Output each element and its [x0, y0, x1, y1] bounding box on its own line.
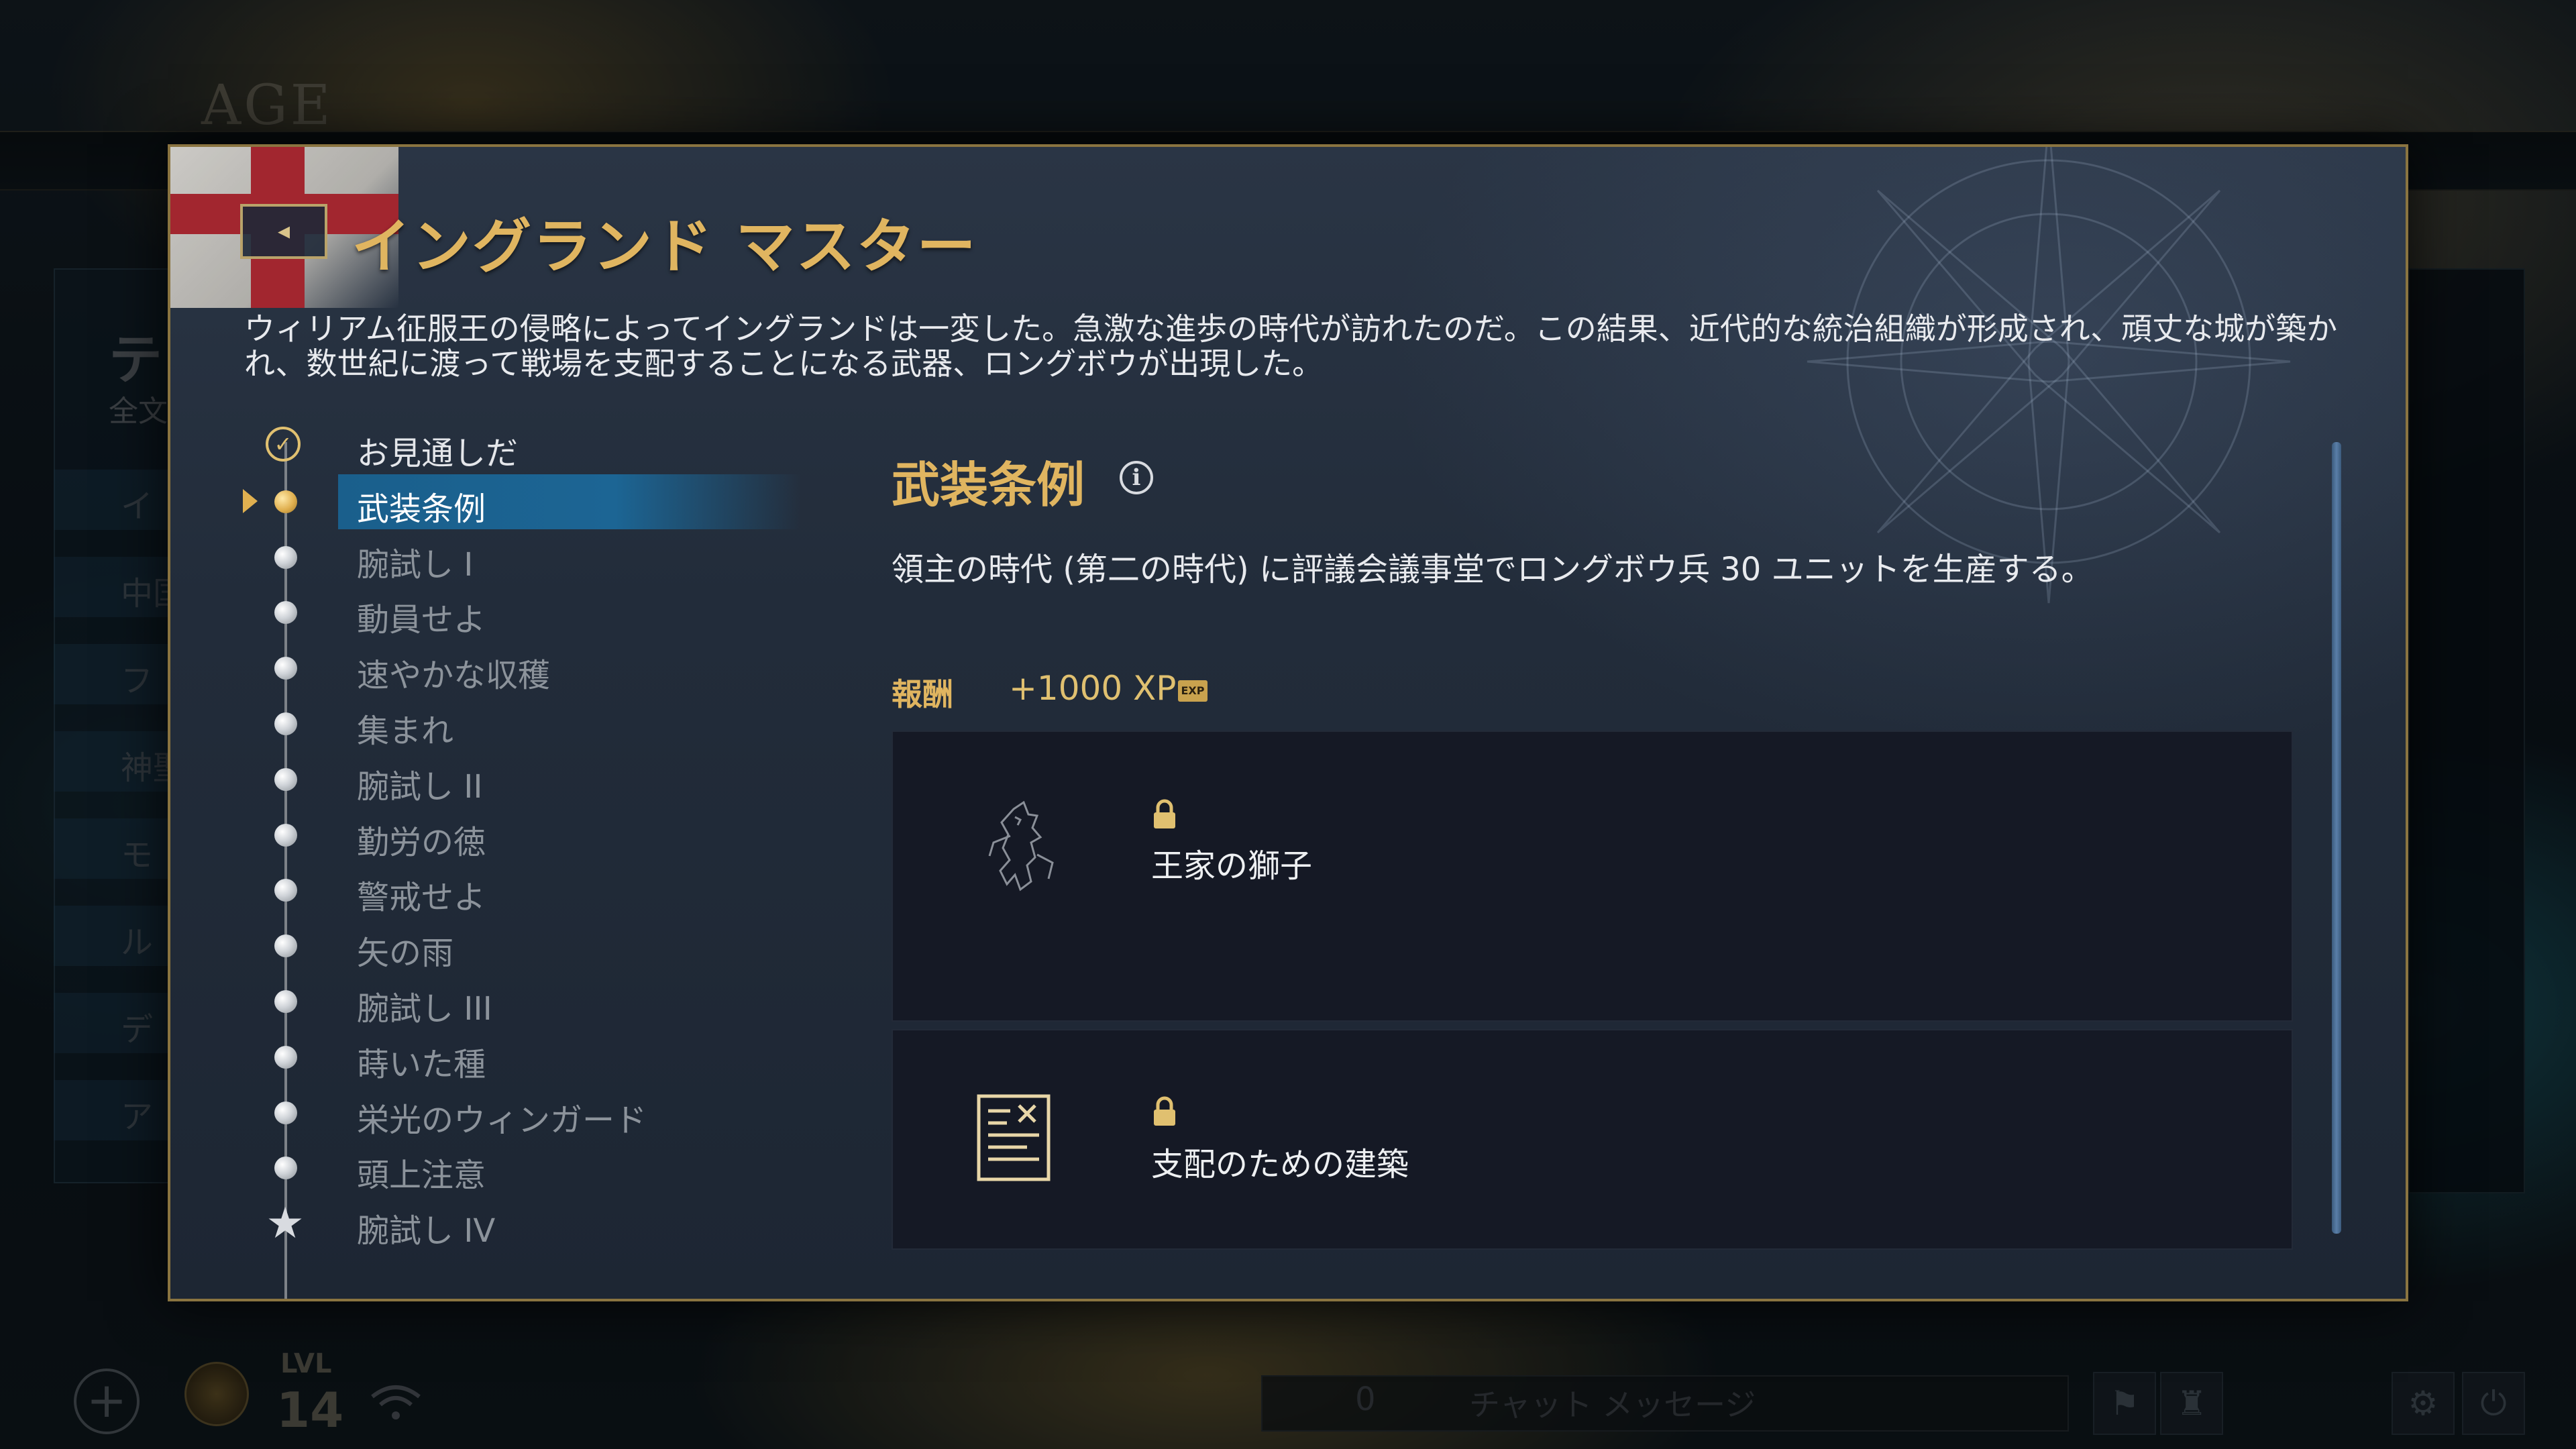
step-label: 勤労の徳: [357, 823, 486, 861]
step-label: 腕試し II: [357, 767, 483, 806]
step-node-icon: [274, 767, 297, 791]
step-node-icon: [274, 490, 297, 513]
step-label: 動員せよ: [357, 601, 486, 639]
reward-card[interactable]: 王家の獅子: [892, 731, 2293, 1022]
mastery-step-active[interactable]: 武装条例: [170, 474, 841, 529]
step-node-icon: [274, 601, 297, 625]
step-label: 腕試し I: [357, 545, 474, 584]
challenge-title: 武装条例: [892, 457, 1085, 513]
reward-name: 王家の獅子: [1151, 847, 1313, 885]
modal-title: イングランド マスター: [352, 212, 977, 281]
step-label: 矢の雨: [357, 934, 454, 973]
mastery-step-final[interactable]: ★ 腕試し IV: [170, 1196, 841, 1251]
step-node-icon: [274, 1157, 297, 1180]
step-node-icon: [274, 1045, 297, 1069]
civ-mastery-modal: ◂ イングランド マスター ウィリアム征服王の侵略によってイングランドは一変した…: [168, 144, 2408, 1301]
step-label: 頭上注意: [357, 1157, 486, 1195]
reward-card[interactable]: 支配のための建築: [892, 1029, 2293, 1250]
civ-intro-text: ウィリアム征服王の侵略によってイングランドは一変した。急激な進歩の時代が訪れたの…: [244, 311, 2338, 382]
mastery-step-locked[interactable]: 速やかな収穫: [170, 641, 841, 696]
step-label: 腕試し IV: [357, 1212, 496, 1250]
reward-label: 報酬: [892, 676, 953, 712]
step-node-icon: [274, 657, 297, 680]
step-label: 警戒せよ: [357, 879, 486, 917]
step-node-icon: [274, 1101, 297, 1124]
step-label: 速やかな収穫: [357, 657, 551, 695]
mastery-step-locked[interactable]: 腕試し I: [170, 530, 841, 585]
step-label: 栄光のウィンガード: [357, 1101, 647, 1139]
challenge-description: 領主の時代 (第二の時代) に評議会議事堂でロングボウ兵 30 ユニットを生産す…: [892, 551, 2094, 588]
step-node-icon: [274, 934, 297, 958]
mastery-step-locked[interactable]: 栄光のウィンガード: [170, 1085, 841, 1140]
mastery-step-locked[interactable]: 集まれ: [170, 696, 841, 751]
current-step-arrow-icon: [243, 488, 258, 513]
reward-name: 支配のための建築: [1151, 1146, 1409, 1183]
mastery-step-locked[interactable]: 動員せよ: [170, 585, 841, 640]
step-node-icon: [274, 712, 297, 735]
reward-xp-value: +1000 XP: [1009, 669, 1177, 708]
step-label: 蒔いた種: [357, 1045, 486, 1083]
step-node-icon: [274, 879, 297, 902]
step-label: 集まれ: [357, 712, 454, 750]
checkmark-icon: ✓: [266, 427, 301, 462]
mastery-step-locked[interactable]: 腕試し II: [170, 752, 841, 807]
step-label: 腕試し III: [357, 990, 492, 1028]
step-label: お見通しだ: [357, 435, 519, 472]
lock-icon: [1151, 799, 1178, 830]
mastery-step-locked[interactable]: 警戒せよ: [170, 863, 841, 918]
step-node-icon: [274, 823, 297, 847]
mastery-step-locked[interactable]: 腕試し III: [170, 974, 841, 1029]
mastery-step-locked[interactable]: 勤労の徳: [170, 808, 841, 863]
exp-badge-icon: EXP: [1178, 680, 1208, 702]
mastery-step-locked[interactable]: 頭上注意: [170, 1140, 841, 1195]
step-node-icon: [274, 990, 297, 1013]
info-icon[interactable]: i: [1120, 461, 1153, 494]
chevron-left-icon: ◂: [277, 217, 290, 245]
step-label: 武装条例: [357, 490, 486, 528]
mastery-step-locked[interactable]: 矢の雨: [170, 918, 841, 973]
back-button[interactable]: ◂: [240, 204, 327, 259]
blueprint-icon: [973, 1091, 1067, 1185]
step-node-icon: [274, 545, 297, 569]
mastery-step-done[interactable]: ✓ お見通しだ: [170, 419, 841, 474]
detail-scrollbar[interactable]: [2332, 442, 2341, 1234]
star-wreath-icon: ★: [266, 1199, 305, 1249]
mastery-step-locked[interactable]: 蒔いた種: [170, 1030, 841, 1085]
lion-emblem-icon: [973, 796, 1067, 892]
lock-icon: [1151, 1096, 1178, 1127]
